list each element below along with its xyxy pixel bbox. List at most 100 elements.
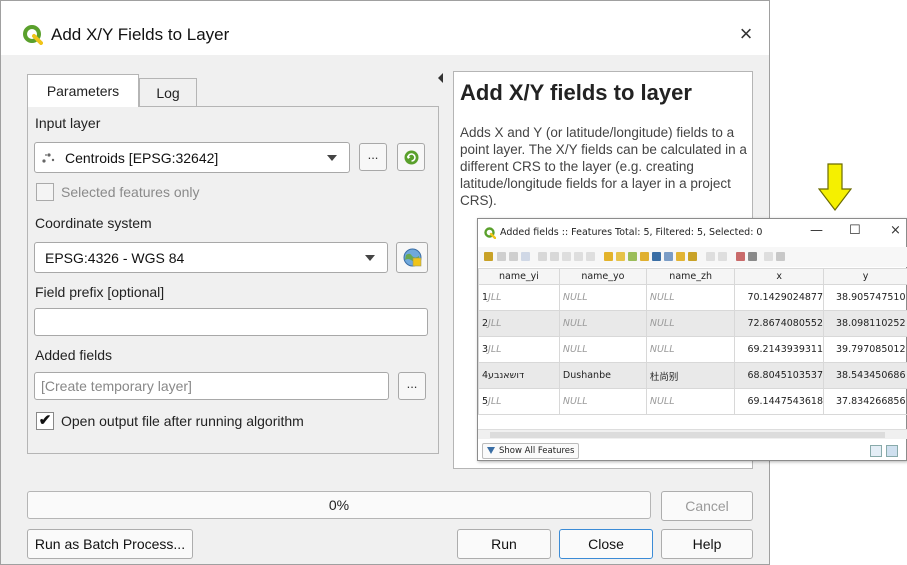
cell-name-yo[interactable]: NULL bbox=[558, 336, 647, 363]
cell-name-zh[interactable]: NULL bbox=[645, 284, 736, 311]
cell-name-yo[interactable]: NULL bbox=[558, 388, 647, 415]
new-field-icon[interactable] bbox=[736, 252, 745, 261]
cancel-button[interactable]: Cancel bbox=[661, 491, 753, 521]
delete-field-icon[interactable] bbox=[748, 252, 757, 261]
zoom-map-icon[interactable] bbox=[688, 252, 697, 261]
scrollbar-thumb[interactable] bbox=[490, 432, 885, 438]
show-all-features-button[interactable]: Show All Features bbox=[482, 443, 580, 459]
horizontal-scrollbar[interactable] bbox=[478, 429, 907, 439]
field-prefix-input[interactable] bbox=[34, 308, 428, 336]
pencil-icon[interactable] bbox=[484, 252, 493, 261]
table-row[interactable]: 4דושאנבע Dushanbe 杜尚别 68.8045103537 38.5… bbox=[478, 362, 907, 389]
save-edits-icon[interactable] bbox=[509, 252, 518, 261]
paste-icon[interactable] bbox=[586, 252, 595, 261]
cell-x[interactable]: 69.2143939311 bbox=[734, 336, 825, 363]
table-view-icon[interactable] bbox=[886, 445, 898, 457]
column-header-name-zh[interactable]: name_zh bbox=[645, 268, 736, 285]
close-icon[interactable]: × bbox=[733, 21, 759, 47]
open-output-checkbox[interactable]: ✔ bbox=[36, 412, 54, 430]
cut-icon[interactable] bbox=[562, 252, 571, 261]
move-selection-icon[interactable] bbox=[664, 252, 673, 261]
close-button[interactable]: Close bbox=[559, 529, 653, 559]
cell-name-yi[interactable]: 2JLL bbox=[478, 310, 560, 337]
delete-feature-icon[interactable] bbox=[550, 252, 559, 261]
collapse-help-icon[interactable] bbox=[438, 73, 443, 83]
column-header-name-yi[interactable]: name_yi bbox=[478, 268, 560, 285]
filter-icon bbox=[487, 447, 495, 454]
input-layer-browse-button[interactable]: ... bbox=[359, 143, 387, 171]
cell-y[interactable]: 38.905747510 bbox=[823, 284, 907, 311]
copy-icon[interactable] bbox=[574, 252, 583, 261]
deselect-icon[interactable] bbox=[640, 252, 649, 261]
pan-map-icon[interactable] bbox=[676, 252, 685, 261]
maximize-icon[interactable]: ☐ bbox=[849, 223, 861, 238]
cell-name-yi[interactable]: 1JLL bbox=[478, 284, 560, 311]
cell-name-yi[interactable]: 4דושאנבע bbox=[478, 362, 560, 389]
cell-name-yo[interactable]: NULL bbox=[558, 284, 647, 311]
attribute-header-row: name_yi name_yo name_zh x y bbox=[478, 268, 907, 285]
iterate-button[interactable] bbox=[397, 143, 425, 171]
run-button[interactable]: Run bbox=[457, 529, 551, 559]
help-heading: Add X/Y fields to layer bbox=[460, 80, 692, 105]
added-fields-placeholder: [Create temporary layer] bbox=[41, 378, 192, 394]
qgis-logo-icon bbox=[484, 227, 496, 239]
cell-value: דושאנבע bbox=[488, 370, 525, 381]
reload-icon[interactable] bbox=[521, 252, 530, 261]
table-row[interactable]: 2JLL NULL NULL 72.8674080552 38.09811025… bbox=[478, 310, 907, 337]
invert-selection-icon[interactable] bbox=[628, 252, 637, 261]
cell-name-zh[interactable]: 杜尚别 bbox=[645, 362, 736, 389]
select-expression-icon[interactable] bbox=[604, 252, 613, 261]
cell-x[interactable]: 69.1447543618 bbox=[734, 388, 825, 415]
crs-selector-button[interactable] bbox=[396, 242, 428, 273]
edit-toggle-icon[interactable] bbox=[497, 252, 506, 261]
select-all-icon[interactable] bbox=[616, 252, 625, 261]
minimize-icon[interactable]: — bbox=[810, 223, 823, 238]
added-fields-output-input[interactable]: [Create temporary layer] bbox=[34, 372, 389, 400]
cell-name-zh[interactable]: NULL bbox=[645, 336, 736, 363]
close-icon[interactable]: × bbox=[890, 223, 901, 238]
conditional-formatting-icon[interactable] bbox=[776, 252, 785, 261]
highlight-down-arrow bbox=[818, 163, 852, 211]
coordinate-system-combo[interactable]: EPSG:4326 - WGS 84 bbox=[34, 242, 388, 273]
cell-x[interactable]: 68.8045103537 bbox=[734, 362, 825, 389]
column-header-x[interactable]: x bbox=[734, 268, 825, 285]
cell-name-yo[interactable]: NULL bbox=[558, 310, 647, 337]
table-row[interactable]: 3JLL NULL NULL 69.2143939311 39.79708501… bbox=[478, 336, 907, 363]
cell-name-yi[interactable]: 3JLL bbox=[478, 336, 560, 363]
table-row[interactable]: 5JLL NULL NULL 69.1447543618 37.83426685… bbox=[478, 388, 907, 415]
filter-icon[interactable] bbox=[652, 252, 661, 261]
cell-y[interactable]: 37.834266856 bbox=[823, 388, 907, 415]
green-iterate-icon bbox=[404, 150, 419, 165]
cell-y[interactable]: 38.098110252 bbox=[823, 310, 907, 337]
form-view-icon[interactable] bbox=[870, 445, 882, 457]
add-feature-icon[interactable] bbox=[538, 252, 547, 261]
point-layer-icon bbox=[42, 153, 55, 163]
cell-y[interactable]: 39.797085012 bbox=[823, 336, 907, 363]
added-fields-browse-button[interactable]: ... bbox=[398, 372, 426, 400]
cell-name-zh[interactable]: NULL bbox=[645, 310, 736, 337]
cell-x[interactable]: 72.8674080552 bbox=[734, 310, 825, 337]
field-calculator-icon[interactable] bbox=[764, 252, 773, 261]
help-button[interactable]: Help bbox=[661, 529, 753, 559]
chevron-down-icon bbox=[365, 255, 375, 261]
tab-parameters[interactable]: Parameters bbox=[27, 74, 139, 107]
paste-rows-icon[interactable] bbox=[718, 252, 727, 261]
cell-value: JLL bbox=[488, 344, 502, 355]
globe-icon bbox=[403, 248, 422, 267]
column-header-y[interactable]: y bbox=[823, 268, 907, 285]
cell-y[interactable]: 38.543450686 bbox=[823, 362, 907, 389]
cell-value: JLL bbox=[488, 292, 502, 303]
copy-rows-icon[interactable] bbox=[706, 252, 715, 261]
cell-x[interactable]: 70.1429024877 bbox=[734, 284, 825, 311]
show-all-features-label: Show All Features bbox=[499, 446, 575, 456]
column-header-name-yo[interactable]: name_yo bbox=[558, 268, 647, 285]
selected-only-checkbox[interactable] bbox=[36, 183, 54, 201]
open-output-label: Open output file after running algorithm bbox=[61, 413, 304, 429]
run-batch-button[interactable]: Run as Batch Process... bbox=[27, 529, 193, 559]
cell-name-yi[interactable]: 5JLL bbox=[478, 388, 560, 415]
cell-name-zh[interactable]: NULL bbox=[645, 388, 736, 415]
tab-log[interactable]: Log bbox=[139, 78, 197, 106]
cell-name-yo[interactable]: Dushanbe bbox=[558, 362, 647, 389]
input-layer-combo[interactable]: Centroids [EPSG:32642] bbox=[34, 142, 350, 173]
table-row[interactable]: 1JLL NULL NULL 70.1429024877 38.90574751… bbox=[478, 284, 907, 311]
